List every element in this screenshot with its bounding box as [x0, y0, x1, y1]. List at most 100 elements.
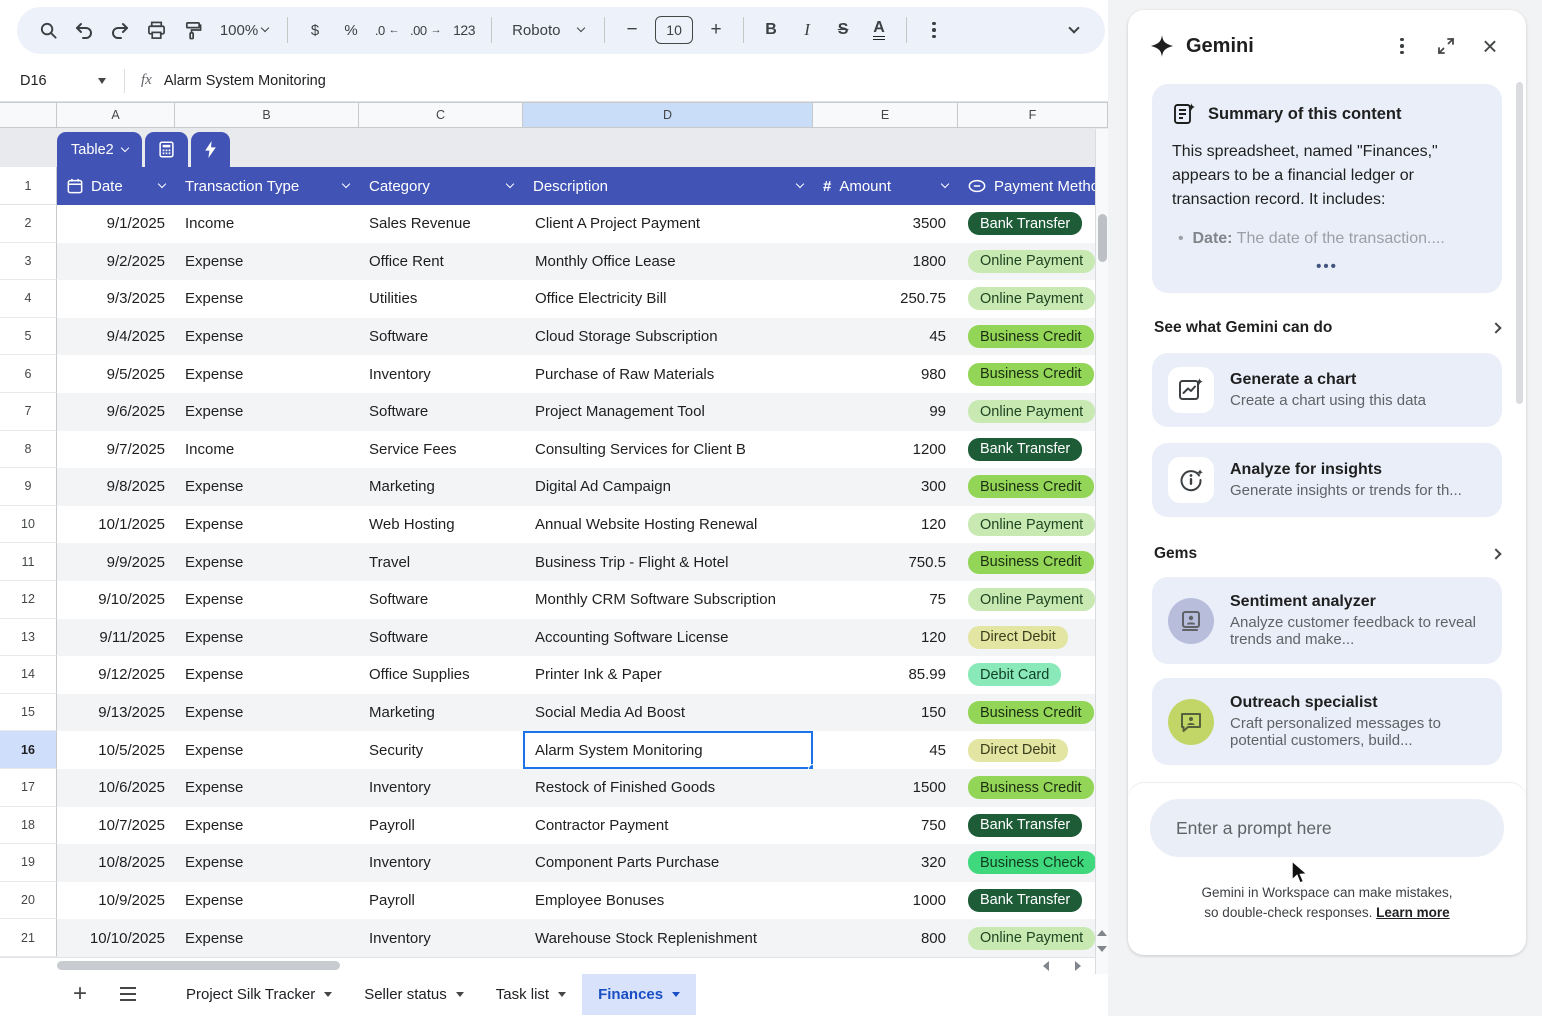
- row-number[interactable]: 6: [0, 355, 57, 393]
- table-bolt-icon[interactable]: [191, 132, 230, 167]
- cell-category[interactable]: Payroll: [359, 882, 523, 920]
- cell-category[interactable]: Marketing: [359, 468, 523, 506]
- cell-description[interactable]: Social Media Ad Boost: [523, 694, 813, 732]
- cell-payment-method[interactable]: Debit Card: [958, 656, 1095, 694]
- cell-amount[interactable]: 1000: [813, 882, 958, 920]
- cell-date[interactable]: 9/4/2025: [57, 318, 175, 356]
- percent-format-button[interactable]: %: [334, 13, 368, 47]
- header-payment-method[interactable]: Payment Method: [958, 167, 1095, 205]
- decrease-decimals-button[interactable]: .0←: [370, 13, 404, 47]
- scroll-right-icon[interactable]: [1075, 961, 1086, 971]
- gemini-close-icon[interactable]: ×: [1474, 30, 1506, 62]
- column-header-C[interactable]: C: [359, 103, 523, 127]
- cell-description[interactable]: Monthly Office Lease: [523, 243, 813, 281]
- cell-date[interactable]: 9/12/2025: [57, 656, 175, 694]
- cell-transaction-type[interactable]: Expense: [175, 769, 359, 807]
- search-icon[interactable]: [31, 13, 65, 47]
- header-date[interactable]: Date: [57, 167, 175, 205]
- cell-category[interactable]: Inventory: [359, 355, 523, 393]
- cell-date[interactable]: 10/6/2025: [57, 769, 175, 807]
- cell-payment-method[interactable]: Direct Debit: [958, 731, 1095, 769]
- cell-amount[interactable]: 300: [813, 468, 958, 506]
- cell-description[interactable]: Monthly CRM Software Subscription: [523, 581, 813, 619]
- cell-description[interactable]: Component Parts Purchase: [523, 844, 813, 882]
- cell-transaction-type[interactable]: Expense: [175, 280, 359, 318]
- row-number[interactable]: 4: [0, 280, 57, 318]
- cell-transaction-type[interactable]: Income: [175, 431, 359, 469]
- cell-description[interactable]: Annual Website Hosting Renewal: [523, 506, 813, 544]
- cell-date[interactable]: 9/3/2025: [57, 280, 175, 318]
- cell-date[interactable]: 9/8/2025: [57, 468, 175, 506]
- cell-amount[interactable]: 250.75: [813, 280, 958, 318]
- cell-description[interactable]: Contractor Payment: [523, 807, 813, 845]
- row-number[interactable]: 3: [0, 243, 57, 281]
- cell-date[interactable]: 10/9/2025: [57, 882, 175, 920]
- cell-date[interactable]: 10/7/2025: [57, 807, 175, 845]
- cell-category[interactable]: Marketing: [359, 694, 523, 732]
- cell-transaction-type[interactable]: Expense: [175, 694, 359, 732]
- outreach-specialist-gem-card[interactable]: Outreach specialistCraft personalized me…: [1152, 678, 1502, 765]
- cell-category[interactable]: Web Hosting: [359, 506, 523, 544]
- row-number[interactable]: 5: [0, 318, 57, 356]
- row-number[interactable]: 17: [0, 769, 57, 807]
- print-icon[interactable]: [139, 13, 173, 47]
- cell-transaction-type[interactable]: Expense: [175, 468, 359, 506]
- cell-date[interactable]: 9/10/2025: [57, 581, 175, 619]
- cell-amount[interactable]: 99: [813, 393, 958, 431]
- cell-amount[interactable]: 45: [813, 318, 958, 356]
- cell-transaction-type[interactable]: Expense: [175, 393, 359, 431]
- row-number[interactable]: 13: [0, 619, 57, 657]
- horizontal-scrollbar[interactable]: [0, 957, 1108, 974]
- cell-payment-method[interactable]: Online Payment: [958, 280, 1095, 318]
- scroll-left-icon[interactable]: [1038, 961, 1049, 971]
- cell-description[interactable]: Office Electricity Bill: [523, 280, 813, 318]
- cell-payment-method[interactable]: Online Payment: [958, 581, 1095, 619]
- cell-date[interactable]: 10/1/2025: [57, 506, 175, 544]
- cell-category[interactable]: Inventory: [359, 844, 523, 882]
- formula-input[interactable]: Alarm System Monitoring: [164, 73, 326, 89]
- cell-date[interactable]: 9/13/2025: [57, 694, 175, 732]
- cell-description[interactable]: Business Trip - Flight & Hotel: [523, 543, 813, 581]
- more-toolbar-icon[interactable]: [917, 13, 951, 47]
- cell-date[interactable]: 10/10/2025: [57, 919, 175, 957]
- table-calc-icon[interactable]: [145, 132, 188, 167]
- select-all-corner[interactable]: [0, 103, 57, 127]
- cell-category[interactable]: Service Fees: [359, 431, 523, 469]
- cell-amount[interactable]: 3500: [813, 205, 958, 243]
- cell-amount[interactable]: 320: [813, 844, 958, 882]
- cell-transaction-type[interactable]: Expense: [175, 656, 359, 694]
- cell-category[interactable]: Inventory: [359, 919, 523, 957]
- row-number[interactable]: 20: [0, 882, 57, 920]
- all-sheets-icon[interactable]: [108, 977, 148, 1011]
- cell-category[interactable]: Software: [359, 393, 523, 431]
- cell-date[interactable]: 10/5/2025: [57, 731, 175, 769]
- header-description[interactable]: Description: [523, 167, 813, 205]
- cell-category[interactable]: Inventory: [359, 769, 523, 807]
- cell-payment-method[interactable]: Bank Transfer: [958, 882, 1095, 920]
- column-header-F[interactable]: F: [958, 103, 1108, 127]
- cell-payment-method[interactable]: Bank Transfer: [958, 205, 1095, 243]
- cell-payment-method[interactable]: Online Payment: [958, 506, 1095, 544]
- zoom-select[interactable]: 100%: [211, 13, 277, 47]
- scroll-down-icon[interactable]: [1097, 946, 1107, 952]
- cell-category[interactable]: Sales Revenue: [359, 205, 523, 243]
- row-number[interactable]: 21: [0, 919, 57, 957]
- strikethrough-button[interactable]: S: [826, 13, 860, 47]
- text-color-button[interactable]: A: [862, 13, 896, 47]
- cell-payment-method[interactable]: Business Credit: [958, 769, 1095, 807]
- currency-format-button[interactable]: $: [298, 13, 332, 47]
- cell-category[interactable]: Software: [359, 581, 523, 619]
- cell-description[interactable]: Client A Project Payment: [523, 205, 813, 243]
- font-select[interactable]: Roboto: [502, 13, 594, 47]
- cell-transaction-type[interactable]: Expense: [175, 619, 359, 657]
- cell-amount[interactable]: 980: [813, 355, 958, 393]
- cell-date[interactable]: 9/1/2025: [57, 205, 175, 243]
- cell-date[interactable]: 9/6/2025: [57, 393, 175, 431]
- cell-date[interactable]: 9/2/2025: [57, 243, 175, 281]
- sheet-tab-finances[interactable]: Finances: [582, 974, 696, 1015]
- cell-transaction-type[interactable]: Expense: [175, 355, 359, 393]
- cell-amount[interactable]: 85.99: [813, 656, 958, 694]
- header-amount[interactable]: # Amount: [813, 167, 958, 205]
- cell-category[interactable]: Travel: [359, 543, 523, 581]
- sentiment-analyzer-gem-card[interactable]: Sentiment analyzerAnalyze customer feedb…: [1152, 577, 1502, 664]
